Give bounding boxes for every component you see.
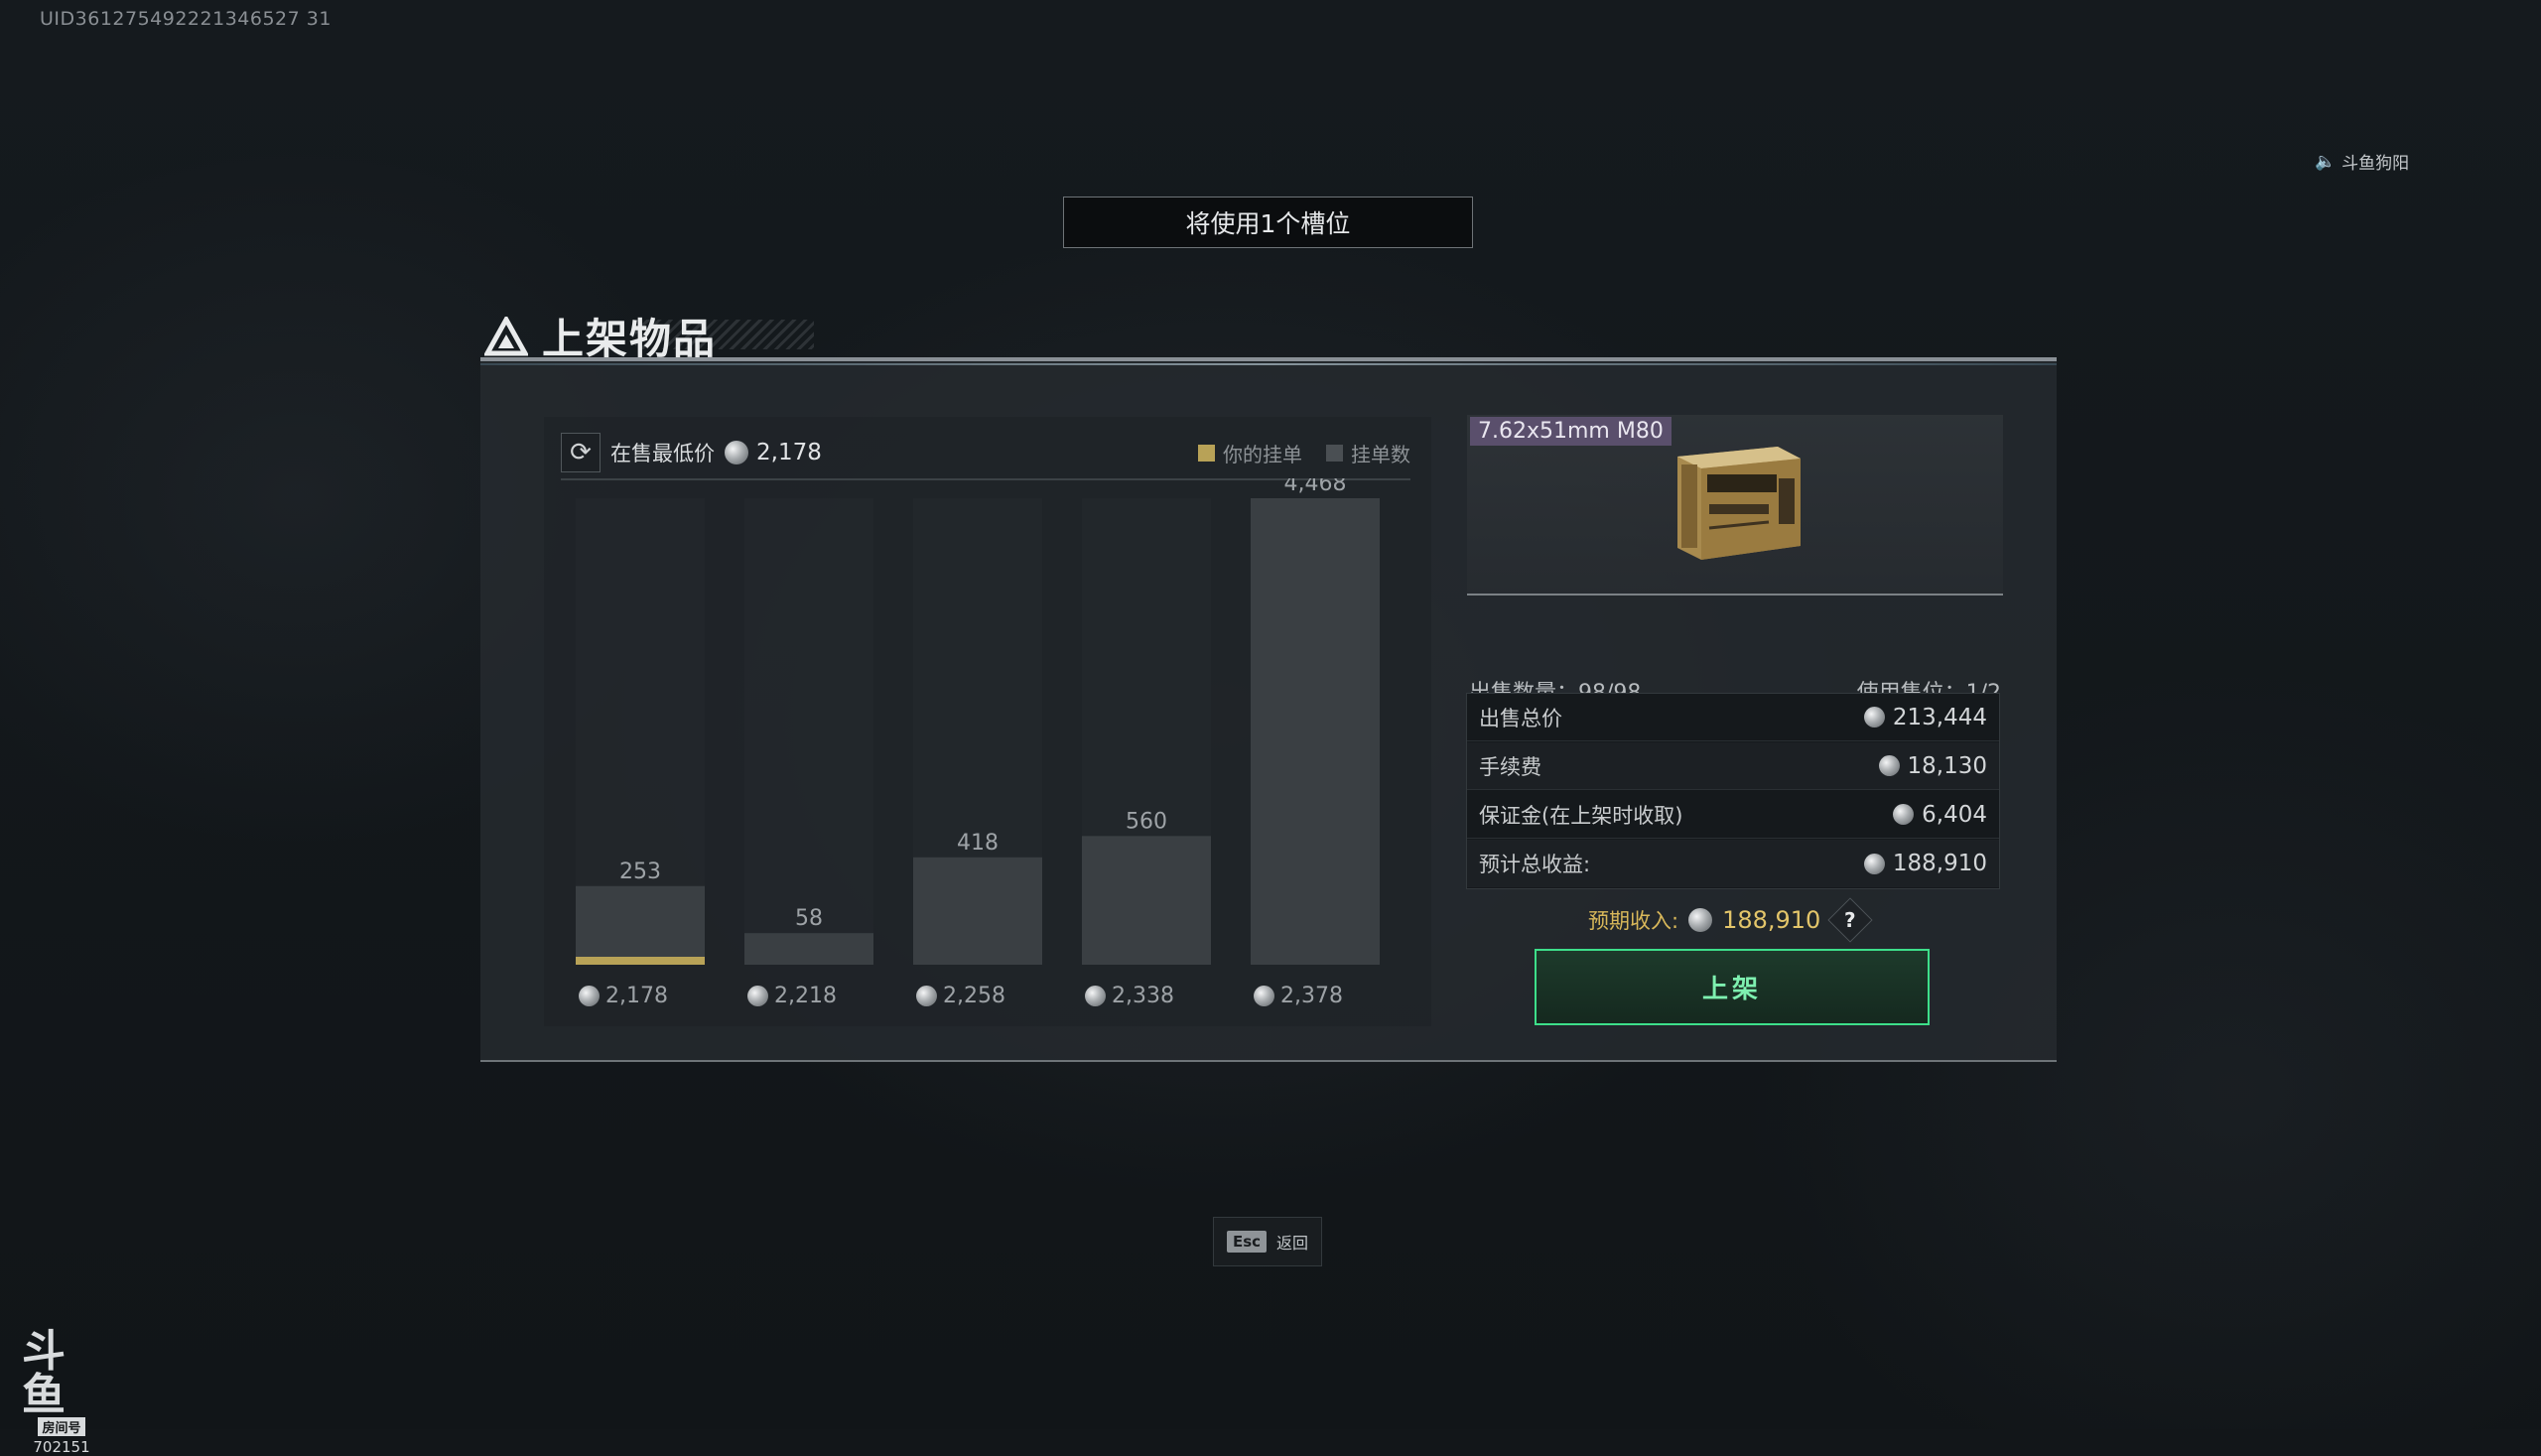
legend-your-listing: 你的挂单 bbox=[1198, 439, 1302, 467]
chart-bar[interactable] bbox=[744, 933, 873, 965]
expected-income-label: 预期收入: bbox=[1588, 905, 1678, 935]
legend-your-listing-label: 你的挂单 bbox=[1223, 439, 1302, 467]
price-tick-text: 2,218 bbox=[774, 984, 837, 1008]
slot-banner: 将使用1个槽位 bbox=[1063, 197, 1473, 248]
price-tick-text: 2,338 bbox=[1112, 984, 1174, 1008]
coin-icon bbox=[725, 441, 748, 464]
coin-icon bbox=[1254, 986, 1274, 1006]
refresh-icon: ⟳ bbox=[570, 438, 592, 467]
coin-icon bbox=[579, 986, 600, 1006]
room-label: 房间号 bbox=[38, 1417, 84, 1436]
stat-value: 188,910 bbox=[1864, 851, 1987, 876]
expected-income: 预期收入: 188,910 ? bbox=[1588, 903, 1866, 937]
esc-key-icon: Esc bbox=[1227, 1231, 1267, 1253]
bar-data-label: 58 bbox=[795, 906, 823, 931]
stat-row-fee: 手续费 18,130 bbox=[1467, 742, 1999, 790]
stat-value-text: 18,130 bbox=[1908, 753, 1987, 779]
bar-data-label: 418 bbox=[957, 831, 999, 856]
stat-label: 手续费 bbox=[1479, 751, 1541, 781]
slot-usage: 使用售位：1/2 bbox=[1857, 675, 2001, 695]
triangle-logo-icon bbox=[484, 317, 528, 356]
stat-label: 预计总收益: bbox=[1479, 849, 1590, 878]
stat-label: 保证金(在上架时收取) bbox=[1479, 800, 1682, 830]
stat-value-text: 188,910 bbox=[1893, 851, 1987, 876]
bar-data-label: 4,468 bbox=[1284, 478, 1347, 496]
coin-icon bbox=[1893, 804, 1914, 825]
sale-info-row: 出售数量：98/98 使用售位：1/2 bbox=[1469, 673, 2001, 695]
price-tick-label: 2,178 bbox=[579, 981, 668, 1010]
uid-label: UID361275492221346527 31 bbox=[40, 8, 332, 30]
sell-quantity: 出售数量：98/98 bbox=[1469, 675, 1641, 695]
price-tick-text: 2,258 bbox=[943, 984, 1005, 1008]
list-item-button[interactable]: 上架 bbox=[1535, 949, 1930, 1025]
coin-icon bbox=[1864, 707, 1885, 728]
help-icon[interactable]: ? bbox=[1828, 897, 1873, 942]
legend-swatch-count bbox=[1326, 445, 1343, 462]
lowest-price-label: 在售最低价 bbox=[610, 438, 715, 467]
logo-mark: 斗鱼 bbox=[22, 1330, 101, 1417]
speaker-icon: 🔈 bbox=[2315, 152, 2336, 172]
stat-value: 6,404 bbox=[1893, 802, 1987, 828]
legend-listing-count: 挂单数 bbox=[1326, 439, 1410, 467]
legend-listing-count-label: 挂单数 bbox=[1351, 439, 1410, 467]
coin-icon bbox=[1688, 908, 1712, 932]
price-tick-label: 2,258 bbox=[916, 981, 1005, 1010]
expected-income-value: 188,910 bbox=[1722, 906, 1820, 934]
item-name: 7.62x51mm M80 bbox=[1470, 417, 1672, 446]
price-tick-text: 2,178 bbox=[605, 984, 668, 1008]
stream-logo: 斗鱼 房间号 702151 bbox=[22, 1330, 101, 1456]
price-summary-table: 出售总价 213,444 手续费 18,130 保证金(在上架时收取) 6,40… bbox=[1466, 693, 2000, 889]
stat-row-total-income: 预计总收益: 188,910 bbox=[1467, 840, 1999, 887]
chart-column-bg bbox=[744, 498, 873, 965]
chart-bar[interactable] bbox=[913, 858, 1042, 965]
price-tick-text: 2,378 bbox=[1280, 984, 1343, 1008]
ammo-box-image bbox=[1673, 439, 1807, 568]
stat-value: 18,130 bbox=[1879, 753, 1987, 779]
price-tick-label: 2,378 bbox=[1254, 981, 1343, 1010]
stat-row-total-price: 出售总价 213,444 bbox=[1467, 694, 1999, 741]
bar-data-label: 253 bbox=[619, 860, 661, 884]
chart-bar[interactable] bbox=[576, 886, 705, 965]
stat-row-deposit: 保证金(在上架时收取) 6,404 bbox=[1467, 791, 1999, 839]
coin-icon bbox=[1864, 854, 1885, 874]
legend-swatch-yours bbox=[1198, 445, 1215, 462]
price-tick-label: 2,338 bbox=[1085, 981, 1174, 1010]
panel-highlight-line bbox=[480, 363, 2057, 365]
stat-value-text: 213,444 bbox=[1893, 705, 1987, 730]
chart-legend: 你的挂单 挂单数 bbox=[1198, 439, 1410, 467]
coin-icon bbox=[1879, 755, 1900, 776]
watermark-text: 斗鱼狗阳 bbox=[2341, 149, 2409, 174]
price-distribution-chart: 253 58 418 560 4,468 bbox=[544, 478, 1431, 975]
stat-label: 出售总价 bbox=[1479, 703, 1562, 732]
price-tick-label: 2,218 bbox=[747, 981, 837, 1010]
chart-bar[interactable] bbox=[1082, 836, 1211, 965]
room-number: 702151 bbox=[33, 1438, 89, 1456]
chart-header: ⟳ 在售最低价 2,178 你的挂单 挂单数 bbox=[561, 427, 1410, 480]
back-label: 返回 bbox=[1276, 1230, 1308, 1254]
back-button[interactable]: Esc 返回 bbox=[1213, 1217, 1322, 1266]
lowest-price-value: 2,178 bbox=[756, 440, 822, 465]
stat-value-text: 6,404 bbox=[1922, 802, 1987, 828]
your-listing-marker bbox=[576, 957, 705, 965]
stat-value: 213,444 bbox=[1864, 705, 1987, 730]
bar-data-label: 560 bbox=[1126, 809, 1167, 834]
watermark: 🔈 斗鱼狗阳 bbox=[2315, 149, 2409, 174]
chart-bar[interactable] bbox=[1251, 498, 1380, 965]
coin-icon bbox=[916, 986, 937, 1006]
help-icon-glyph: ? bbox=[1845, 908, 1857, 932]
coin-icon bbox=[747, 986, 768, 1006]
refresh-button[interactable]: ⟳ bbox=[561, 433, 601, 472]
coin-icon bbox=[1085, 986, 1106, 1006]
